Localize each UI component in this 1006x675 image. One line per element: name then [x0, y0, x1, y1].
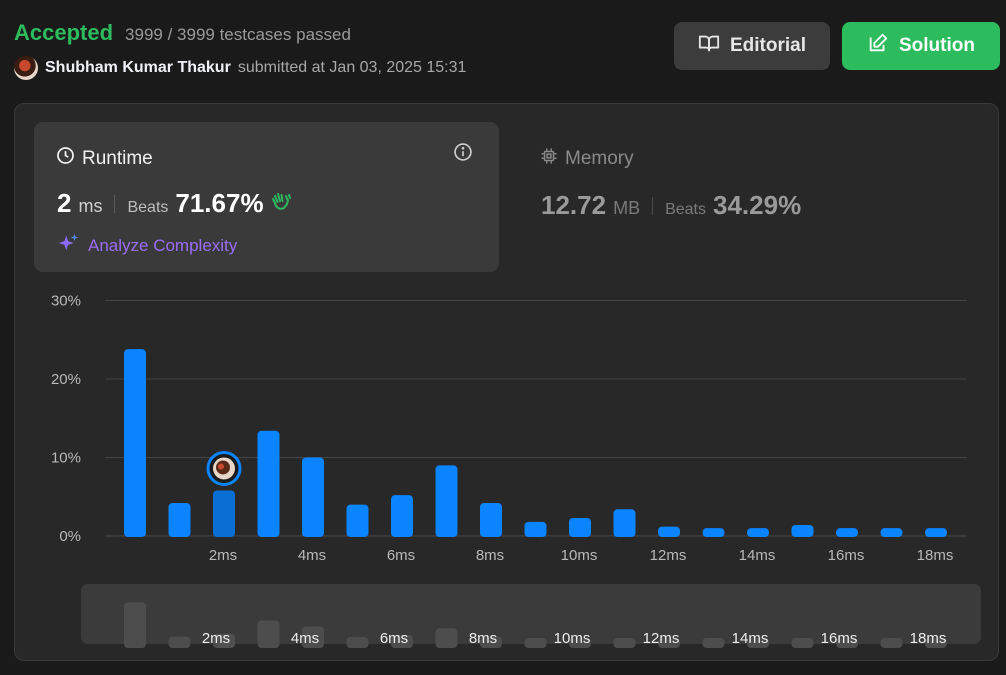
chart-bar[interactable] — [213, 490, 235, 537]
chart-bar[interactable] — [435, 465, 458, 537]
y-tick-label: 0% — [59, 528, 81, 545]
y-tick-label: 30% — [51, 293, 81, 310]
y-tick-label: 20% — [51, 371, 81, 388]
book-icon — [698, 32, 720, 60]
x-tick-label: 14ms — [739, 547, 776, 564]
overview-tick-label: 2ms — [202, 630, 230, 647]
overview-tick-label: 18ms — [910, 630, 947, 647]
chart-bar[interactable] — [346, 504, 369, 537]
chart-bar[interactable] — [747, 528, 769, 537]
overview-tick-label: 10ms — [554, 630, 591, 647]
edit-icon — [867, 32, 889, 60]
overview-tick-label: 14ms — [732, 630, 769, 647]
avatar[interactable] — [14, 56, 38, 80]
submitted-at: submitted at Jan 03, 2025 15:31 — [237, 59, 467, 76]
x-tick-label: 18ms — [917, 547, 954, 564]
solution-button[interactable]: Solution — [842, 22, 1000, 70]
divider — [114, 194, 116, 213]
analyze-label: Analyze Complexity — [88, 235, 238, 255]
clap-icon — [270, 190, 294, 217]
memory-title-text: Memory — [565, 148, 634, 169]
overview-bar — [702, 638, 725, 648]
testcases-passed: 3999 / 3999 testcases passed — [125, 25, 351, 44]
overview-bar — [613, 638, 636, 648]
chart-bar[interactable] — [569, 517, 591, 537]
submitter-row: Shubham Kumar Thakur submitted at Jan 03… — [14, 56, 466, 80]
chart-bar[interactable] — [880, 528, 903, 537]
overview-bar — [168, 636, 191, 648]
editorial-label: Editorial — [729, 35, 806, 56]
chart-bar[interactable] — [702, 528, 725, 537]
editorial-button[interactable]: Editorial — [674, 22, 830, 70]
chart-bar[interactable] — [302, 457, 324, 538]
overview-bar — [791, 638, 814, 648]
runtime-beats-value: 71.67% — [175, 188, 264, 218]
x-tick-label: 6ms — [387, 547, 415, 564]
info-icon[interactable] — [453, 142, 473, 162]
overview-tick-label: 6ms — [380, 630, 408, 647]
x-tick-label: 10ms — [561, 547, 598, 564]
x-tick-label: 2ms — [209, 547, 237, 564]
runtime-unit: ms — [78, 196, 103, 216]
memory-value: 12.72 — [541, 190, 607, 220]
chart-bar[interactable] — [391, 495, 413, 537]
chart-bar[interactable] — [524, 521, 547, 537]
runtime-beats-label: Beats — [127, 199, 169, 216]
runtime-card[interactable]: Runtime 2 ms Beats 71.67% Analyze Comple… — [34, 122, 499, 272]
memory-beats-label: Beats — [665, 201, 706, 218]
clock-icon — [56, 146, 75, 171]
runtime-metric: 2 ms Beats 71.67% — [57, 188, 294, 219]
x-tick-label: 4ms — [298, 547, 326, 564]
submitter-name[interactable]: Shubham Kumar Thakur — [45, 59, 231, 77]
solution-label: Solution — [899, 35, 975, 56]
overview-bar — [124, 602, 146, 648]
overview-tick-label: 8ms — [469, 630, 497, 647]
runtime-title: Runtime — [56, 146, 153, 171]
overview-bar — [346, 637, 369, 648]
overview-bar — [880, 638, 903, 648]
chart-bar[interactable] — [257, 430, 280, 537]
memory-tab[interactable]: Memory — [540, 147, 634, 171]
chart-bar[interactable] — [124, 349, 146, 537]
overview-tick-label: 16ms — [821, 630, 858, 647]
accepted-label: Accepted — [14, 20, 114, 45]
chip-icon — [540, 147, 558, 171]
chart-bar[interactable] — [658, 526, 680, 537]
overview-tick-label: 12ms — [643, 630, 680, 647]
chart-bar[interactable] — [480, 503, 502, 537]
runtime-value: 2 — [57, 188, 72, 218]
result-panel: 30% 20% 10% 0% 2ms 4ms 6ms 8ms 10ms 12ms 14ms 16ms 1… — [14, 103, 999, 661]
chart-bar[interactable] — [925, 528, 947, 537]
overview-bar — [524, 638, 547, 648]
divider — [652, 196, 654, 215]
y-tick-label: 10% — [51, 450, 81, 467]
memory-unit: MB — [613, 198, 641, 218]
memory-metric: 12.72 MB Beats 34.29% — [541, 190, 801, 221]
runtime-title-text: Runtime — [82, 147, 153, 169]
x-tick-label: 12ms — [650, 547, 687, 564]
avatar-detail — [218, 463, 224, 470]
overview-tick-label: 4ms — [291, 630, 319, 647]
overview-bar — [257, 620, 280, 648]
chart-bar[interactable] — [613, 509, 636, 537]
chart-bar[interactable] — [168, 503, 191, 537]
sparkle-icon — [58, 232, 80, 259]
overview-bar — [435, 628, 458, 648]
chart-bar[interactable] — [836, 528, 858, 537]
chart-bar[interactable] — [791, 525, 814, 537]
memory-beats-value: 34.29% — [713, 190, 802, 220]
submission-status: Accepted 3999 / 3999 testcases passed — [14, 20, 351, 46]
x-tick-label: 16ms — [828, 547, 865, 564]
x-tick-label: 8ms — [476, 547, 504, 564]
analyze-complexity-link[interactable]: Analyze Complexity — [58, 232, 237, 259]
